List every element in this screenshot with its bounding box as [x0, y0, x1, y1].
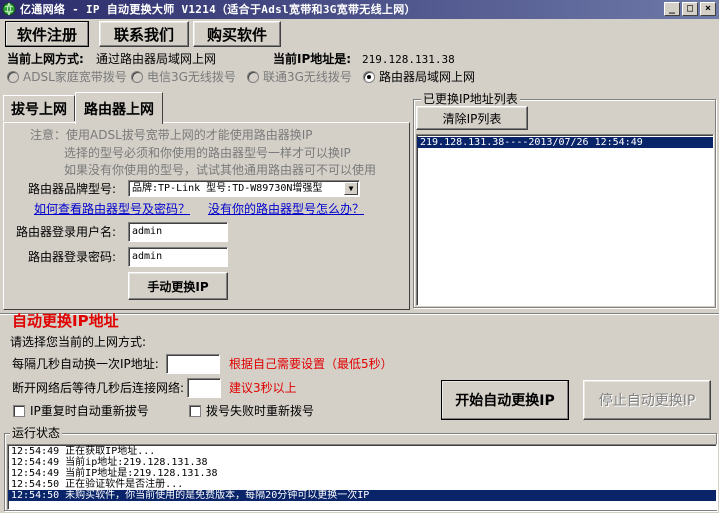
reconnect-label: 断开网络后等待几秒后连接网络: [12, 381, 185, 395]
router-brand-label: 路由器品牌型号: [28, 182, 117, 196]
tab-router[interactable]: 路由器上网 [75, 92, 163, 124]
manual-change-ip-button[interactable]: 手动更换IP [128, 272, 228, 300]
start-auto-change-button[interactable]: 开始自动更换IP [441, 380, 569, 420]
radio-telecom-3g-label: 电信3G无线拨号 [147, 70, 236, 84]
log-title: 运行状态 [10, 426, 63, 440]
log-line-selected[interactable]: 12:54:50 未购买软件，你当前使用的是免费版本，每隔20分钟可以更换一次I… [8, 490, 716, 501]
current-ip-label: 当前IP地址是: [273, 52, 352, 66]
radio-telecom-3g[interactable] [131, 71, 143, 83]
stop-auto-change-button[interactable]: 停止自动更换IP [583, 380, 711, 420]
title-bar[interactable]: 亿通网络 - IP 自动更换大师 V1214（适合于Adsl宽带和3G宽带无线上… [0, 0, 719, 19]
ip-history-title: 已更换IP地址列表 [421, 92, 520, 106]
radio-unicom-3g-label: 联通3G无线拨号 [263, 70, 352, 84]
log-line: 12:54:49 当前ip地址:219.128.131.38 [11, 457, 208, 468]
radio-unicom-3g[interactable] [247, 71, 259, 83]
note-line-2: 选择的型号必须和你使用的路由器型号一样才可以换IP [64, 146, 351, 160]
note-line-1: 注意：使用ADSL拔号宽带上网的才能使用路由器换IP [30, 128, 313, 142]
router-password-label: 路由器登录密码: [28, 250, 117, 264]
router-username-input[interactable]: admin [128, 222, 228, 242]
ip-repeat-redial-checkbox[interactable] [13, 405, 25, 417]
interval-label: 每隔几秒自动换一次IP地址: [12, 357, 159, 371]
radio-router-lan-label: 路由器局域网上网 [379, 70, 476, 84]
window-title: 亿通网络 - IP 自动更换大师 V1214（适合于Adsl宽带和3G宽带无线上… [20, 3, 416, 16]
log-line: 12:54:49 正在获取IP地址... [11, 446, 156, 457]
no-model-link[interactable]: 没有你的路由器型号怎么办？ [208, 202, 364, 216]
globe-app-icon [2, 2, 16, 16]
minimize-button[interactable]: _ [664, 2, 680, 16]
current-mode-value: 通过路由器局域网上网 [96, 52, 217, 66]
ip-history-list[interactable]: 219.128.131.38----2013/07/26 12:54:49 [416, 134, 714, 306]
router-brand-select[interactable]: 品牌:TP-Link 型号:TD-W89730N增强型 ▼ [128, 180, 360, 197]
auto-change-prompt: 请选择您当前的上网方式: [10, 335, 147, 349]
auto-change-title: 自动更换IP地址 [12, 312, 119, 330]
fail-redial-label: 拨号失败时重新拨号 [206, 404, 315, 418]
clear-ip-list-button[interactable]: 清除IP列表 [416, 106, 528, 130]
router-brand-value: 品牌:TP-Link 型号:TD-W89730N增强型 [132, 183, 323, 194]
note-line-3: 如果没有你使用的型号，试试其他通用路由器可不可以使用 [64, 163, 377, 177]
reconnect-input[interactable] [187, 378, 221, 398]
radio-selected-dot [367, 75, 371, 79]
register-button[interactable]: 软件注册 [5, 21, 89, 47]
fail-redial-checkbox[interactable] [189, 405, 201, 417]
ip-repeat-redial-label: IP重复时自动重新拔号 [30, 404, 149, 418]
router-password-input[interactable]: admin [128, 247, 228, 267]
radio-router-lan[interactable] [363, 71, 375, 83]
ip-history-item[interactable]: 219.128.131.38----2013/07/26 12:54:49 [417, 137, 713, 148]
log-line: 12:54:49 当前IP地址是:219.128.131.38 [11, 468, 218, 479]
current-mode-label: 当前上网方式: [7, 52, 84, 66]
radio-adsl-label: ADSL家庭宽带拨号 [23, 70, 127, 84]
interval-hint: 根据自己需要设置（最低5秒） [229, 357, 393, 371]
reconnect-hint: 建议3秒以上 [229, 381, 297, 395]
maximize-button[interactable]: □ [682, 2, 698, 16]
app-window: 亿通网络 - IP 自动更换大师 V1214（适合于Adsl宽带和3G宽带无线上… [0, 0, 719, 513]
tab-dialup[interactable]: 拔号上网 [3, 95, 75, 121]
interval-input[interactable] [166, 354, 220, 374]
close-button[interactable]: × [700, 2, 716, 16]
buy-button[interactable]: 购买软件 [193, 21, 281, 47]
dropdown-arrow-icon[interactable]: ▼ [344, 182, 358, 195]
log-list[interactable]: 12:54:49 正在获取IP地址... 12:54:49 当前ip地址:219… [7, 444, 717, 510]
current-ip-value: 219.128.131.38 [362, 53, 455, 66]
log-line: 12:54:50 正在验证软件是否注册... [11, 479, 184, 490]
contact-button[interactable]: 联系我们 [99, 21, 189, 47]
how-to-check-link[interactable]: 如何查看路由器型号及密码？ [34, 202, 190, 216]
radio-adsl[interactable] [7, 71, 19, 83]
router-username-label: 路由器登录用户名: [16, 225, 117, 239]
